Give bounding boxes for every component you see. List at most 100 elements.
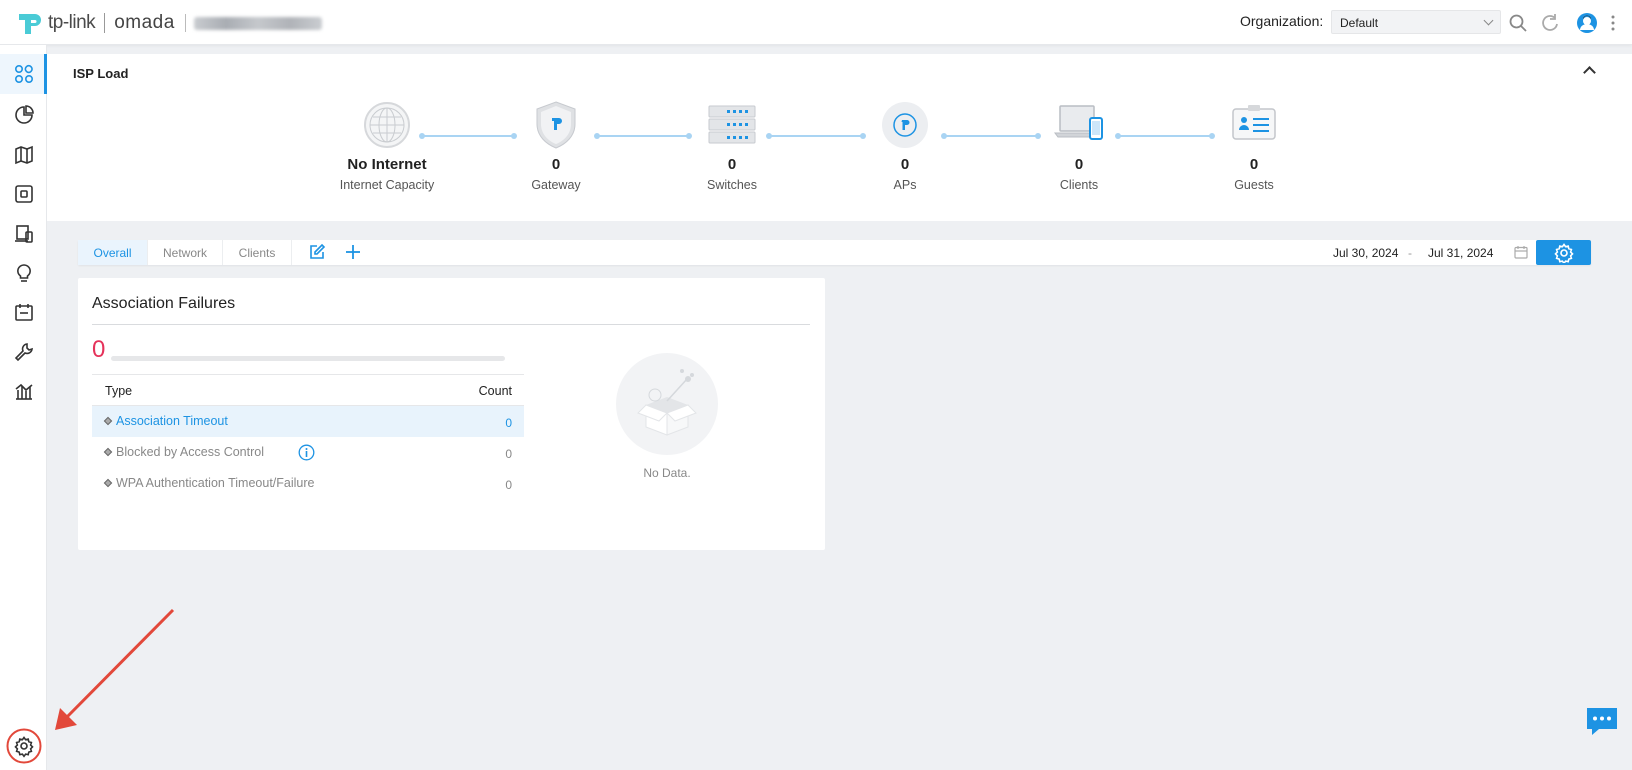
failure-table: Type Count Association Timeout 0 Blocked… — [92, 374, 524, 499]
sidebar-item-statistics[interactable] — [0, 95, 47, 135]
organization-label: Organization: — [1240, 13, 1324, 29]
column-type: Type — [105, 384, 133, 398]
sidebar-item-clients[interactable] — [0, 214, 47, 254]
user-avatar-icon[interactable] — [1576, 12, 1598, 34]
dashboard-grid-icon — [14, 64, 33, 84]
info-icon[interactable] — [298, 444, 315, 461]
gear-icon — [1553, 242, 1574, 263]
failure-type: Blocked by Access Control — [116, 445, 264, 459]
search-icon[interactable] — [1508, 13, 1528, 33]
blurred-controller-name — [193, 16, 322, 30]
failure-type: WPA Authentication Timeout/Failure — [116, 476, 315, 490]
guests-label: Guests — [1234, 178, 1274, 192]
failure-count: 0 — [505, 447, 512, 461]
association-failures-card: Association Failures 0 Type Count Associ… — [78, 278, 825, 550]
empty-state-text: No Data. — [643, 466, 691, 480]
date-start[interactable]: Jul 30, 2024 — [1333, 246, 1398, 260]
isp-node-aps[interactable]: 0 APs — [845, 100, 965, 192]
device-box-icon — [14, 185, 33, 203]
bullet-icon — [103, 416, 113, 426]
tp-link-logo-icon — [19, 14, 41, 34]
table-header: Type Count — [92, 374, 524, 406]
table-row[interactable]: Blocked by Access Control 0 — [92, 437, 524, 468]
sidebar-item-dashboard[interactable] — [0, 54, 47, 94]
log-calendar-icon — [14, 304, 33, 321]
gateway-shield-icon — [536, 101, 576, 149]
clients-count: 0 — [1074, 156, 1084, 173]
isp-node-clients[interactable]: 0 Clients — [1019, 100, 1139, 192]
sidebar-item-insight[interactable] — [0, 253, 47, 293]
internet-capacity-label: Internet Capacity — [339, 178, 435, 192]
laptop-phone-icon — [1054, 105, 1103, 140]
lightbulb-icon — [16, 264, 31, 282]
empty-state-illustration — [616, 353, 718, 455]
bullet-icon — [103, 478, 113, 488]
failure-count: 0 — [505, 416, 512, 430]
sidebar-item-logs[interactable] — [0, 292, 47, 332]
logo-divider — [184, 14, 186, 32]
client-devices-icon — [14, 225, 33, 243]
report-chart-icon — [15, 383, 33, 400]
add-icon[interactable] — [344, 243, 362, 261]
refresh-icon[interactable] — [1540, 13, 1560, 33]
failure-progress-bar — [111, 356, 505, 361]
isp-node-switches[interactable]: 0 Switches — [672, 100, 792, 192]
switch-stack-icon — [708, 105, 756, 144]
chevron-down-icon — [1483, 15, 1494, 26]
failure-total: 0 — [92, 336, 106, 363]
gear-icon — [6, 728, 42, 764]
guests-count: 0 — [1249, 156, 1259, 173]
isp-node-internet[interactable]: No Internet Internet Capacity — [327, 100, 447, 192]
empty-box-icon — [637, 369, 697, 436]
brand-omada: omada — [114, 12, 175, 33]
isp-node-guests[interactable]: 0 Guests — [1194, 100, 1314, 192]
date-end[interactable]: Jul 31, 2024 — [1428, 246, 1493, 260]
gateway-count: 0 — [551, 156, 561, 173]
sidebar-item-settings[interactable] — [6, 728, 42, 764]
more-vertical-icon[interactable] — [1609, 13, 1617, 33]
widget-settings-button[interactable] — [1536, 240, 1591, 265]
table-row[interactable]: WPA Authentication Timeout/Failure 0 — [92, 468, 524, 499]
isp-load-title: ISP Load — [73, 66, 129, 81]
switches-count: 0 — [727, 156, 737, 173]
aps-count: 0 — [900, 156, 910, 173]
wrench-icon — [14, 343, 33, 362]
internet-capacity-value: No Internet — [347, 156, 427, 173]
date-separator: - — [1408, 246, 1412, 260]
card-title: Association Failures — [92, 295, 236, 312]
sidebar-item-reports[interactable] — [0, 371, 47, 411]
access-point-icon — [882, 102, 928, 148]
tab-clients[interactable]: Clients — [223, 240, 292, 265]
brand-logo[interactable]: tp-link omada — [16, 10, 322, 36]
aps-label: APs — [893, 178, 917, 192]
pie-chart-icon — [14, 105, 34, 124]
dashboard-tab-bar: Overall Network Clients Jul 30, 2024 - J… — [78, 240, 1591, 265]
organization-select[interactable]: Default — [1331, 10, 1501, 34]
sidebar-item-tools[interactable] — [0, 332, 47, 372]
bullet-icon — [103, 447, 113, 457]
isp-load-panel: ISP Load No Internet Internet Capacity 0… — [47, 54, 1632, 221]
calendar-icon[interactable] — [1514, 245, 1528, 259]
sidebar-item-devices[interactable] — [0, 174, 47, 214]
top-bar: tp-link omada Organization: Default — [0, 0, 1632, 45]
isp-node-gateway[interactable]: 0 Gateway — [496, 100, 616, 192]
tab-network[interactable]: Network — [148, 240, 223, 265]
clients-label: Clients — [1059, 178, 1099, 192]
failure-type: Association Timeout — [116, 414, 228, 428]
organization-value: Default — [1340, 16, 1379, 30]
guest-badge-icon — [1232, 105, 1276, 140]
chat-support-icon[interactable] — [1585, 706, 1619, 736]
switches-label: Switches — [706, 178, 758, 192]
sidebar-item-map[interactable] — [0, 135, 47, 175]
divider — [92, 324, 810, 325]
table-row[interactable]: Association Timeout 0 — [92, 406, 524, 437]
globe-icon — [364, 102, 410, 148]
tab-overall[interactable]: Overall — [78, 240, 148, 265]
sidebar — [0, 45, 47, 770]
map-icon — [14, 145, 33, 165]
column-count: Count — [478, 384, 512, 398]
collapse-chevron-icon[interactable] — [1583, 66, 1596, 79]
logo-divider — [104, 13, 106, 33]
edit-icon[interactable] — [308, 243, 326, 261]
failure-count: 0 — [505, 478, 512, 492]
